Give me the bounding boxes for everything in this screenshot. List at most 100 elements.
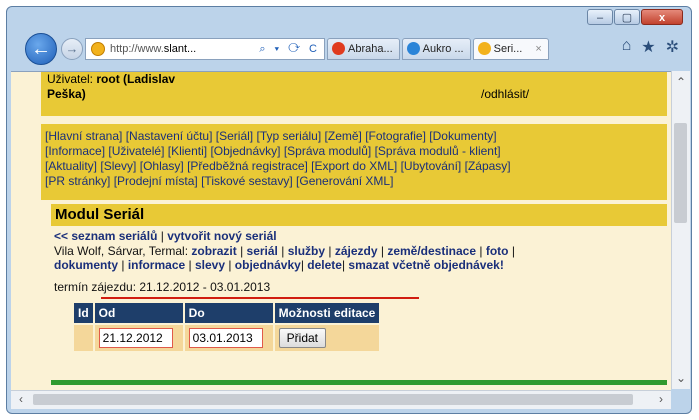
nav-hlavni-strana[interactable]: [Hlavní strana] xyxy=(45,129,122,143)
term-label: termín zájezdu: xyxy=(54,280,140,294)
nav-slevy[interactable]: [Slevy] xyxy=(100,159,136,173)
tab-favicon-icon xyxy=(332,42,345,55)
tab-label: Aukro ... xyxy=(422,43,464,55)
vertical-scrollbar[interactable]: ⌃ ⌄ xyxy=(671,71,690,389)
tab-serial[interactable]: Seri... × xyxy=(472,38,549,60)
nav-ubytovani[interactable]: [Ubytování] xyxy=(401,159,462,173)
close-tab-icon[interactable]: × xyxy=(535,43,541,55)
action-dokumenty[interactable]: dokumenty xyxy=(54,258,118,272)
nav-objednavky[interactable]: [Objednávky] xyxy=(210,144,280,158)
create-serial-link[interactable]: vytvořit nový seriál xyxy=(167,229,276,243)
page-viewport: Uživatel: root (Ladislav Peška) /odhlási… xyxy=(11,71,671,390)
nav-aktuality[interactable]: [Aktuality] xyxy=(45,159,97,173)
maximize-button[interactable]: ▢ xyxy=(614,9,640,25)
header-id: Id xyxy=(74,303,93,323)
back-arrow-icon[interactable]: ← xyxy=(25,33,57,65)
user-name: root (Ladislav xyxy=(96,72,176,86)
term-value: 21.12.2012 - 03.01.2013 xyxy=(139,280,271,294)
nav-predbezna-registrace[interactable]: [Předběžná registrace] xyxy=(187,159,308,173)
gear-icon[interactable]: ✲ xyxy=(666,37,679,57)
address-tools[interactable]: ⌕ ▾ ⟳ C xyxy=(259,39,320,59)
action-zobrazit[interactable]: zobrazit xyxy=(191,244,236,258)
nav-zeme[interactable]: [Země] xyxy=(325,129,362,143)
scroll-right-icon[interactable]: › xyxy=(659,392,663,406)
header-do: Do xyxy=(184,303,273,323)
tab-aukro[interactable]: Aukro ... xyxy=(401,38,471,60)
nav-dokumenty[interactable]: [Dokumenty] xyxy=(429,129,496,143)
scroll-down-icon[interactable]: ⌄ xyxy=(672,371,690,385)
site-favicon-icon xyxy=(91,42,105,56)
nav-sprava-modulu[interactable]: [Správa modulů] xyxy=(284,144,371,158)
pridat-button[interactable]: Přidat xyxy=(278,328,327,348)
action-delete[interactable]: delete xyxy=(307,258,342,272)
header-od: Od xyxy=(94,303,183,323)
address-bar[interactable]: http://www.slant... ⌕ ▾ ⟳ C xyxy=(85,38,325,60)
nav-uzivatele[interactable]: [Uživatelé] xyxy=(108,144,164,158)
horizontal-scrollbar[interactable]: ‹ › xyxy=(11,390,671,409)
hscroll-thumb[interactable] xyxy=(33,394,633,405)
cell-od: 21.12.2012 xyxy=(94,325,183,351)
user-line: Uživatel: root (Ladislav xyxy=(47,72,175,86)
tab-favicon-icon xyxy=(477,42,491,55)
red-divider xyxy=(101,297,419,299)
nav-informace[interactable]: [Informace] xyxy=(45,144,105,158)
nav-ohlasy[interactable]: [Ohlasy] xyxy=(140,159,184,173)
forward-arrow-icon[interactable]: → xyxy=(61,38,83,60)
nav-prodejni-mista[interactable]: [Prodejní místa] xyxy=(114,174,198,188)
table-header-row: Id Od Do Možnosti editace xyxy=(74,303,380,323)
serial-list-link[interactable]: << seznam seriálů xyxy=(54,229,157,243)
address-url: http://www.slant... xyxy=(110,43,197,55)
scroll-up-icon[interactable]: ⌃ xyxy=(672,75,690,89)
nav-klienti[interactable]: [Klienti] xyxy=(168,144,207,158)
module-title: Modul Seriál xyxy=(51,204,667,226)
serial-links: << seznam seriálů | vytvořit nový seriál xyxy=(54,229,277,243)
action-objednavky[interactable]: objednávky xyxy=(235,258,301,272)
nav-sprava-modulu-klient[interactable]: [Správa modulů - klient] xyxy=(375,144,501,158)
action-smazat-vcetne-objednavek[interactable]: smazat včetně objednávek! xyxy=(348,258,503,272)
main-navigation: [Hlavní strana] [Nastavení účtu] [Seriál… xyxy=(41,124,667,200)
action-informace[interactable]: informace xyxy=(128,258,185,272)
term-line: termín zájezdu: 21.12.2012 - 03.01.2013 xyxy=(54,280,270,294)
minimize-button[interactable]: – xyxy=(587,9,613,25)
green-divider xyxy=(51,380,667,385)
serial-name: Vila Wolf, Sárvar, Termal: xyxy=(54,244,192,258)
cell-actions: Přidat xyxy=(274,325,380,351)
action-sluzby[interactable]: služby xyxy=(288,244,325,258)
action-foto[interactable]: foto xyxy=(486,244,509,258)
logout-link[interactable]: /odhlásit/ xyxy=(481,87,529,101)
date-to-input[interactable]: 03.01.2013 xyxy=(188,328,263,348)
nav-tiskove-sestavy[interactable]: [Tiskové sestavy] xyxy=(201,174,293,188)
close-window-button[interactable]: x xyxy=(641,9,683,25)
browser-toolbar: ← → http://www.slant... ⌕ ▾ ⟳ C Abraha..… xyxy=(11,33,687,67)
table-row: 21.12.2012 03.01.2013 Přidat xyxy=(74,325,380,351)
cell-do: 03.01.2013 xyxy=(184,325,273,351)
serial-actions: Vila Wolf, Sárvar, Termal: zobrazit | se… xyxy=(54,244,515,272)
cell-id xyxy=(74,325,93,351)
nav-pr-stranky[interactable]: [PR stránky] xyxy=(45,174,110,188)
page-content: Uživatel: root (Ladislav Peška) /odhlási… xyxy=(11,72,671,390)
tab-abraham[interactable]: Abraha... xyxy=(327,38,400,60)
tab-label: Abraha... xyxy=(348,43,393,55)
home-icon[interactable]: ⌂ xyxy=(622,37,632,57)
browser-window: – ▢ x ← → http://www.slant... ⌕ ▾ ⟳ C Ab… xyxy=(6,6,692,414)
nav-export-do-xml[interactable]: [Export do XML] xyxy=(311,159,397,173)
nav-generovani-xml[interactable]: [Generování XML] xyxy=(296,174,393,188)
nav-typ-serialu[interactable]: [Typ seriálu] xyxy=(256,129,321,143)
nav-serial[interactable]: [Seriál] xyxy=(216,129,253,143)
action-slevy[interactable]: slevy xyxy=(195,258,225,272)
term-edit-table: Id Od Do Možnosti editace 21.12.2012 03.… xyxy=(72,301,381,353)
scroll-left-icon[interactable]: ‹ xyxy=(19,392,23,406)
tab-favicon-icon xyxy=(406,42,420,55)
scroll-thumb[interactable] xyxy=(674,123,687,223)
action-serial[interactable]: seriál xyxy=(247,244,278,258)
action-zajezdy[interactable]: zájezdy xyxy=(335,244,378,258)
user-bar: Uživatel: root (Ladislav Peška) /odhlási… xyxy=(41,72,667,116)
date-from-input[interactable]: 21.12.2012 xyxy=(98,328,173,348)
nav-fotografie[interactable]: [Fotografie] xyxy=(365,129,426,143)
separator: | xyxy=(157,229,168,243)
action-zeme-destinace[interactable]: země/destinace xyxy=(387,244,476,258)
star-icon[interactable]: ★ xyxy=(641,37,655,57)
header-moznosti-editace: Možnosti editace xyxy=(274,303,380,323)
nav-zapasy[interactable]: [Zápasy] xyxy=(465,159,511,173)
nav-nastaveni-uctu[interactable]: [Nastavení účtu] xyxy=(126,129,213,143)
